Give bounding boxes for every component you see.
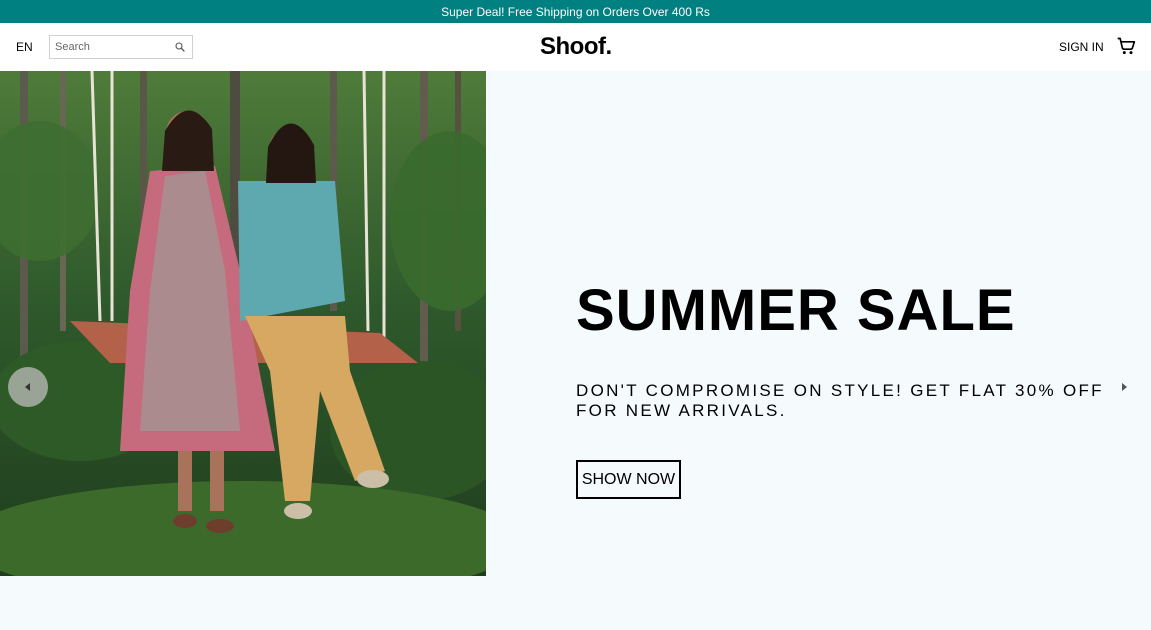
brand-logo[interactable]: Shoof.	[540, 33, 612, 61]
search-input[interactable]	[50, 36, 168, 58]
hero-title: SUMMER SALE	[576, 278, 1016, 343]
show-now-button[interactable]: SHOW NOW	[576, 460, 681, 499]
carousel-prev-button[interactable]	[8, 367, 48, 407]
chevron-left-icon	[25, 383, 30, 391]
shopping-cart-icon	[1117, 37, 1136, 55]
cart-button[interactable]	[1116, 36, 1136, 56]
sign-in-link[interactable]: SIGN IN	[1059, 40, 1104, 54]
announcement-text: Super Deal! Free Shipping on Orders Over…	[441, 4, 710, 19]
hero-banner: SUMMER SALE DON'T COMPROMISE ON STYLE! G…	[0, 71, 1151, 576]
search-icon[interactable]	[174, 41, 186, 53]
search-box	[49, 35, 193, 59]
language-selector[interactable]: EN	[16, 40, 33, 54]
carousel-next-button[interactable]	[1116, 377, 1132, 397]
top-navigation: EN Shoof. SIGN IN	[0, 23, 1151, 71]
announcement-bar: Super Deal! Free Shipping on Orders Over…	[0, 0, 1151, 23]
chevron-right-icon	[1122, 383, 1127, 391]
hero-subtitle: DON'T COMPROMISE ON STYLE! GET FLAT 30% …	[576, 381, 1104, 420]
hero-image	[0, 71, 486, 576]
